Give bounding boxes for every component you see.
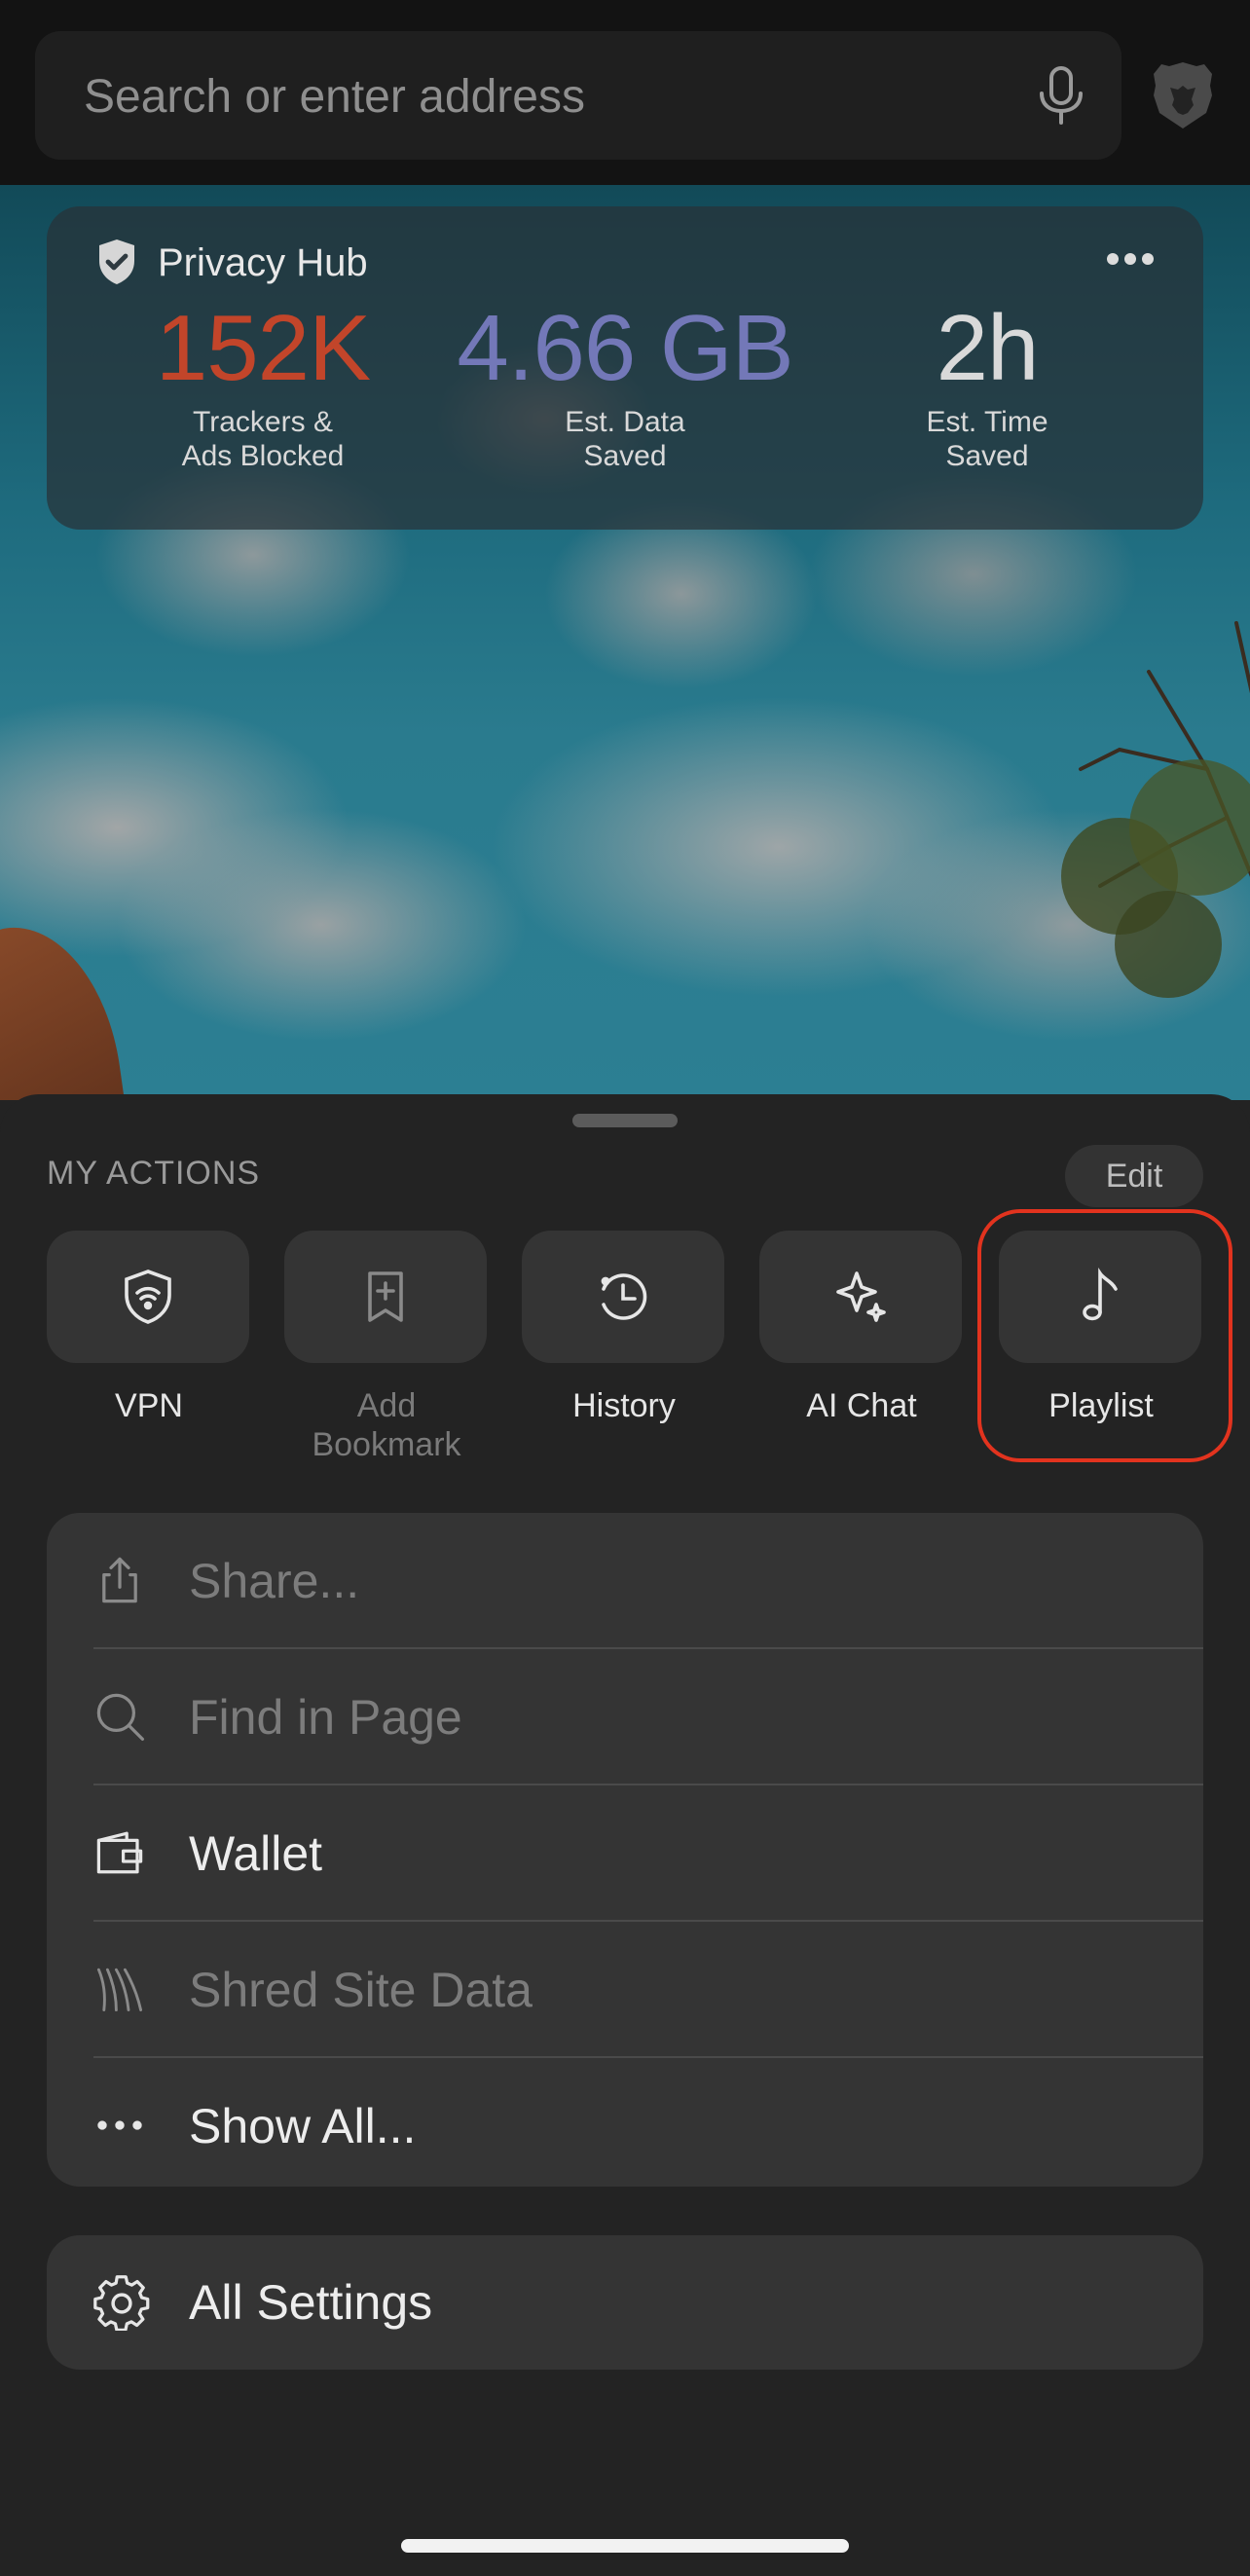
menu-item-label: Wallet: [189, 1826, 323, 1881]
action-tile[interactable]: [47, 1231, 249, 1363]
edit-button[interactable]: Edit: [1065, 1145, 1203, 1207]
menu-item-label: Share...: [189, 1554, 360, 1608]
ellipsis-icon: [97, 2120, 142, 2130]
actions-sheet: MY ACTIONS Edit VPN Add Bookmark History…: [0, 1094, 1250, 2576]
stat-time-saved: 2h Est. Time Saved: [812, 300, 1162, 473]
menu-list: Share... Find in Page Wallet Shred Site …: [47, 1513, 1203, 2187]
all-settings-button[interactable]: All Settings: [47, 2235, 1203, 2370]
stat-value: 2h: [936, 296, 1040, 400]
more-options-icon[interactable]: [1106, 249, 1155, 269]
add-bookmark-icon: [368, 1271, 403, 1322]
address-bar-placeholder: Search or enter address: [84, 71, 585, 123]
action-tile[interactable]: [759, 1231, 962, 1363]
stat-value: 4.66 GB: [457, 296, 793, 400]
menu-item-label: Shred Site Data: [189, 1963, 533, 2017]
shield-check-icon: [99, 239, 134, 284]
background-sky-image: Privacy Hub 152K Trackers & Ads Blocked …: [0, 185, 1250, 1100]
microphone-icon[interactable]: [1032, 64, 1090, 127]
menu-item-shred-site-data[interactable]: Shred Site Data: [47, 1922, 1203, 2056]
menu-item-label: Find in Page: [189, 1690, 462, 1745]
privacy-hub-card[interactable]: Privacy Hub 152K Trackers & Ads Blocked …: [47, 206, 1203, 530]
action-label: History: [572, 1387, 676, 1424]
address-bar[interactable]: Search or enter address: [35, 31, 1121, 160]
stat-label: Trackers & Ads Blocked: [181, 406, 345, 472]
gear-icon: [93, 2275, 150, 2331]
history-clock-icon: [601, 1273, 647, 1320]
magnifier-icon: [96, 1693, 145, 1742]
wallet-icon: [96, 1831, 143, 1874]
stat-trackers-blocked: 152K Trackers & Ads Blocked: [88, 300, 438, 473]
action-label: VPN: [115, 1387, 183, 1424]
privacy-hub-title: Privacy Hub: [158, 241, 368, 284]
my-actions-heading: MY ACTIONS: [47, 1155, 261, 1192]
playlist-highlight-outline: [977, 1209, 1232, 1462]
action-tile[interactable]: [522, 1231, 724, 1363]
stat-data-saved: 4.66 GB Est. Data Saved: [450, 300, 800, 473]
home-indicator[interactable]: [401, 2539, 849, 2553]
shred-icon: [96, 1968, 143, 2012]
menu-item-show-all[interactable]: Show All...: [47, 2058, 1203, 2192]
action-label: Add Bookmark: [312, 1387, 461, 1463]
stat-value: 152K: [155, 296, 371, 400]
stat-label: Est. Time Saved: [926, 406, 1048, 472]
tree-branches: [1061, 621, 1250, 998]
sheet-drag-handle[interactable]: [572, 1114, 678, 1127]
stat-label: Est. Data Saved: [565, 406, 685, 472]
action-vpn[interactable]: VPN: [47, 1231, 251, 1425]
brave-lion-icon[interactable]: [1151, 60, 1215, 130]
sparkle-icon: [836, 1271, 886, 1322]
menu-item-label: Show All...: [189, 2099, 417, 2153]
all-settings-label: All Settings: [189, 2275, 433, 2330]
share-icon: [102, 1557, 137, 1603]
action-label: AI Chat: [806, 1387, 917, 1424]
action-ai-chat[interactable]: AI Chat: [759, 1231, 964, 1425]
rock-formation: [0, 915, 134, 1100]
menu-item-find-in-page[interactable]: Find in Page: [47, 1649, 1203, 1784]
menu-item-share[interactable]: Share...: [47, 1513, 1203, 1647]
menu-item-wallet[interactable]: Wallet: [47, 1785, 1203, 1920]
vpn-shield-icon: [125, 1270, 171, 1324]
action-history[interactable]: History: [522, 1231, 726, 1425]
top-bar: Search or enter address: [0, 0, 1250, 185]
action-tile[interactable]: [284, 1231, 487, 1363]
action-add-bookmark[interactable]: Add Bookmark: [284, 1231, 489, 1464]
